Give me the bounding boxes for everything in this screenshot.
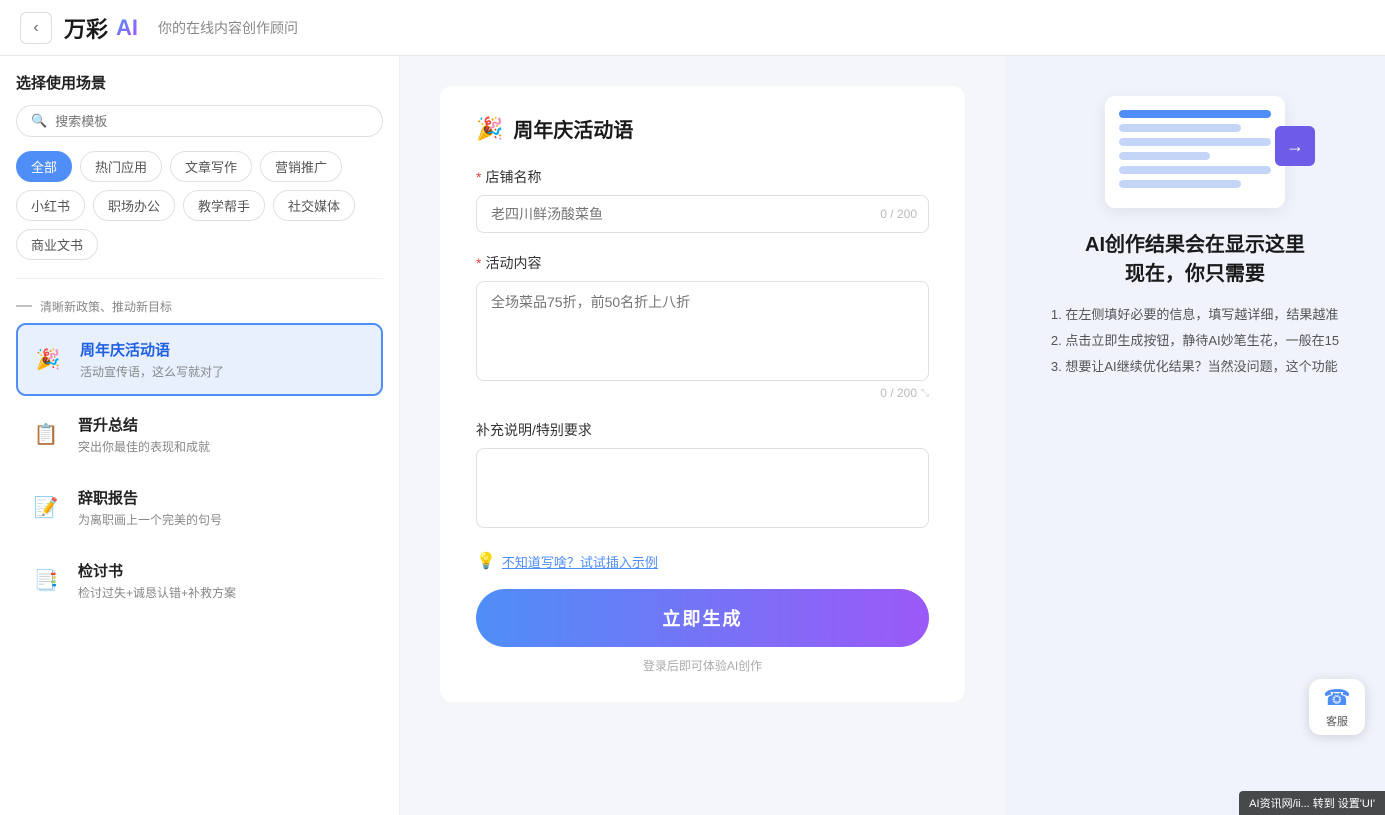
shop-name-char-count: 0 / 200 bbox=[880, 207, 917, 221]
logo-text: 万彩 bbox=[64, 12, 108, 44]
list-item[interactable]: 🎉 周年庆活动语 活动宣传语，这么写就对了 bbox=[16, 323, 383, 396]
shop-name-label: * 店铺名称 bbox=[476, 167, 929, 187]
form-header: 🎉 周年庆活动语 bbox=[476, 114, 929, 143]
list-item-title: 晋升总结 bbox=[78, 414, 371, 435]
tag-商业文书[interactable]: 商业文书 bbox=[16, 229, 98, 260]
tag-全部[interactable]: 全部 bbox=[16, 151, 72, 182]
tag-小红书[interactable]: 小红书 bbox=[16, 190, 85, 221]
tag-营销推广[interactable]: 营销推广 bbox=[260, 151, 342, 182]
list-item-desc: 活动宣传语，这么写就对了 bbox=[80, 363, 369, 380]
illus-line-3 bbox=[1119, 138, 1271, 146]
header-subtitle: 你的在线内容创作顾问 bbox=[158, 18, 298, 38]
main-layout: 选择使用场景 🔍 全部热门应用文章写作营销推广小红书职场办公教学帮手社交媒体商业… bbox=[0, 56, 1385, 815]
sidebar-divider bbox=[16, 278, 383, 279]
tag-教学帮手[interactable]: 教学帮手 bbox=[183, 190, 265, 221]
list-items: 🎉 周年庆活动语 活动宣传语，这么写就对了 📋 晋升总结 突出你最佳的表现和成就… bbox=[16, 323, 383, 799]
tag-热门应用[interactable]: 热门应用 bbox=[80, 151, 162, 182]
sidebar-title: 选择使用场景 bbox=[16, 72, 383, 93]
list-item-title: 检讨书 bbox=[78, 560, 371, 581]
activity-char-count: 0 / 200 bbox=[880, 386, 917, 400]
form-header-icon: 🎉 bbox=[476, 116, 503, 142]
activity-textarea[interactable] bbox=[476, 281, 929, 381]
activity-footer: 0 / 200 ⤡ bbox=[476, 386, 929, 400]
list-item-info: 周年庆活动语 活动宣传语，这么写就对了 bbox=[80, 339, 369, 380]
form-card: 🎉 周年庆活动语 * 店铺名称 0 / 200 * 活动内容 bbox=[440, 86, 965, 702]
shop-name-group: * 店铺名称 0 / 200 bbox=[476, 167, 929, 233]
search-input[interactable] bbox=[55, 114, 368, 129]
list-item-desc: 检讨过失+诚恳认错+补救方案 bbox=[78, 584, 371, 601]
ai-tip-item: 2. 点击立即生成按钮，静待AI妙笔生花，一般在15 bbox=[1041, 328, 1349, 354]
list-item-info: 检讨书 检讨过失+诚恳认错+补救方案 bbox=[78, 560, 371, 601]
promo-item: — 清晰新政策、推动新目标 bbox=[16, 289, 383, 323]
list-item[interactable]: 📝 辞职报告 为离职画上一个完美的句号 bbox=[16, 473, 383, 542]
list-item-icon: 🎉 bbox=[30, 342, 66, 378]
required-mark: * bbox=[476, 169, 481, 185]
hint-icon: 💡 bbox=[476, 551, 496, 571]
tag-社交媒体[interactable]: 社交媒体 bbox=[273, 190, 355, 221]
back-icon: ‹ bbox=[33, 19, 38, 37]
illus-arrow: → bbox=[1275, 126, 1315, 166]
watermark: AI资讯网/ii... 转到 设置'UI' bbox=[1239, 791, 1385, 815]
list-item-title: 辞职报告 bbox=[78, 487, 371, 508]
ai-tip-item: 1. 在左侧填好必要的信息，填写越详细，结果越准 bbox=[1041, 302, 1349, 328]
list-item-desc: 突出你最佳的表现和成就 bbox=[78, 438, 371, 455]
extra-label: 补充说明/特别要求 bbox=[476, 420, 929, 440]
hint-link[interactable]: 💡 不知道写啥？试试插入示例 bbox=[476, 551, 929, 571]
ai-tip-item: 3. 想要让AI继续优化结果？当然没问题，这个功能 bbox=[1041, 354, 1349, 380]
resize-icon: ⤡ bbox=[921, 388, 929, 399]
search-icon: 🔍 bbox=[31, 113, 47, 129]
logo-ai: AI bbox=[116, 15, 138, 41]
illus-line-2 bbox=[1119, 124, 1241, 132]
cs-label: 客服 bbox=[1326, 713, 1348, 729]
list-item[interactable]: 📑 检讨书 检讨过失+诚恳认错+补救方案 bbox=[16, 546, 383, 615]
list-item-title: 周年庆活动语 bbox=[80, 339, 369, 360]
ai-tip-list: 1. 在左侧填好必要的信息，填写越详细，结果越准2. 点击立即生成按钮，静待AI… bbox=[1041, 302, 1349, 380]
activity-group: * 活动内容 0 / 200 ⤡ bbox=[476, 253, 929, 400]
illus-line-4 bbox=[1119, 152, 1210, 160]
hint-link-text[interactable]: 不知道写啥？试试插入示例 bbox=[502, 552, 658, 571]
illustration: → bbox=[1105, 96, 1285, 208]
tag-文章写作[interactable]: 文章写作 bbox=[170, 151, 252, 182]
app-header: ‹ 万彩 AI 你的在线内容创作顾问 bbox=[0, 0, 1385, 56]
content-area: 🎉 周年庆活动语 * 店铺名称 0 / 200 * 活动内容 bbox=[400, 56, 1005, 815]
extra-textarea-wrap bbox=[476, 448, 929, 531]
customer-service-button[interactable]: ☎ 客服 bbox=[1309, 679, 1365, 735]
activity-label: * 活动内容 bbox=[476, 253, 929, 273]
illus-card: → bbox=[1105, 96, 1285, 208]
list-item[interactable]: 📋 晋升总结 突出你最佳的表现和成就 bbox=[16, 400, 383, 469]
logo: 万彩 AI bbox=[64, 12, 138, 44]
list-item-icon: 📋 bbox=[28, 417, 64, 453]
cs-icon: ☎ bbox=[1323, 685, 1350, 711]
back-button[interactable]: ‹ bbox=[20, 12, 52, 44]
sidebar: 选择使用场景 🔍 全部热门应用文章写作营销推广小红书职场办公教学帮手社交媒体商业… bbox=[0, 56, 400, 815]
list-item-icon: 📝 bbox=[28, 490, 64, 526]
tag-职场办公[interactable]: 职场办公 bbox=[93, 190, 175, 221]
form-title: 周年庆活动语 bbox=[513, 114, 633, 143]
promo-text: 清晰新政策、推动新目标 bbox=[40, 298, 172, 315]
tag-filter-row: 全部热门应用文章写作营销推广小红书职场办公教学帮手社交媒体商业文书 bbox=[16, 151, 383, 260]
illus-line-5 bbox=[1119, 166, 1271, 174]
required-mark-2: * bbox=[476, 255, 481, 271]
list-item-info: 辞职报告 为离职画上一个完美的句号 bbox=[78, 487, 371, 528]
search-box[interactable]: 🔍 bbox=[16, 105, 383, 137]
shop-name-input[interactable] bbox=[476, 195, 929, 233]
extra-textarea[interactable] bbox=[476, 448, 929, 528]
shop-name-input-wrap: 0 / 200 bbox=[476, 195, 929, 233]
generate-button[interactable]: 立即生成 bbox=[476, 589, 929, 647]
promo-icon: — bbox=[16, 297, 32, 315]
extra-group: 补充说明/特别要求 bbox=[476, 420, 929, 531]
illus-line-1 bbox=[1119, 110, 1271, 118]
illus-line-6 bbox=[1119, 180, 1241, 188]
activity-textarea-wrap: 0 / 200 ⤡ bbox=[476, 281, 929, 400]
generate-note: 登录后即可体验AI创作 bbox=[476, 657, 929, 674]
list-item-icon: 📑 bbox=[28, 563, 64, 599]
ai-tip-title: AI创作结果会在显示这里现在，你只需要 bbox=[1085, 228, 1305, 286]
list-item-info: 晋升总结 突出你最佳的表现和成就 bbox=[78, 414, 371, 455]
list-item-desc: 为离职画上一个完美的句号 bbox=[78, 511, 371, 528]
